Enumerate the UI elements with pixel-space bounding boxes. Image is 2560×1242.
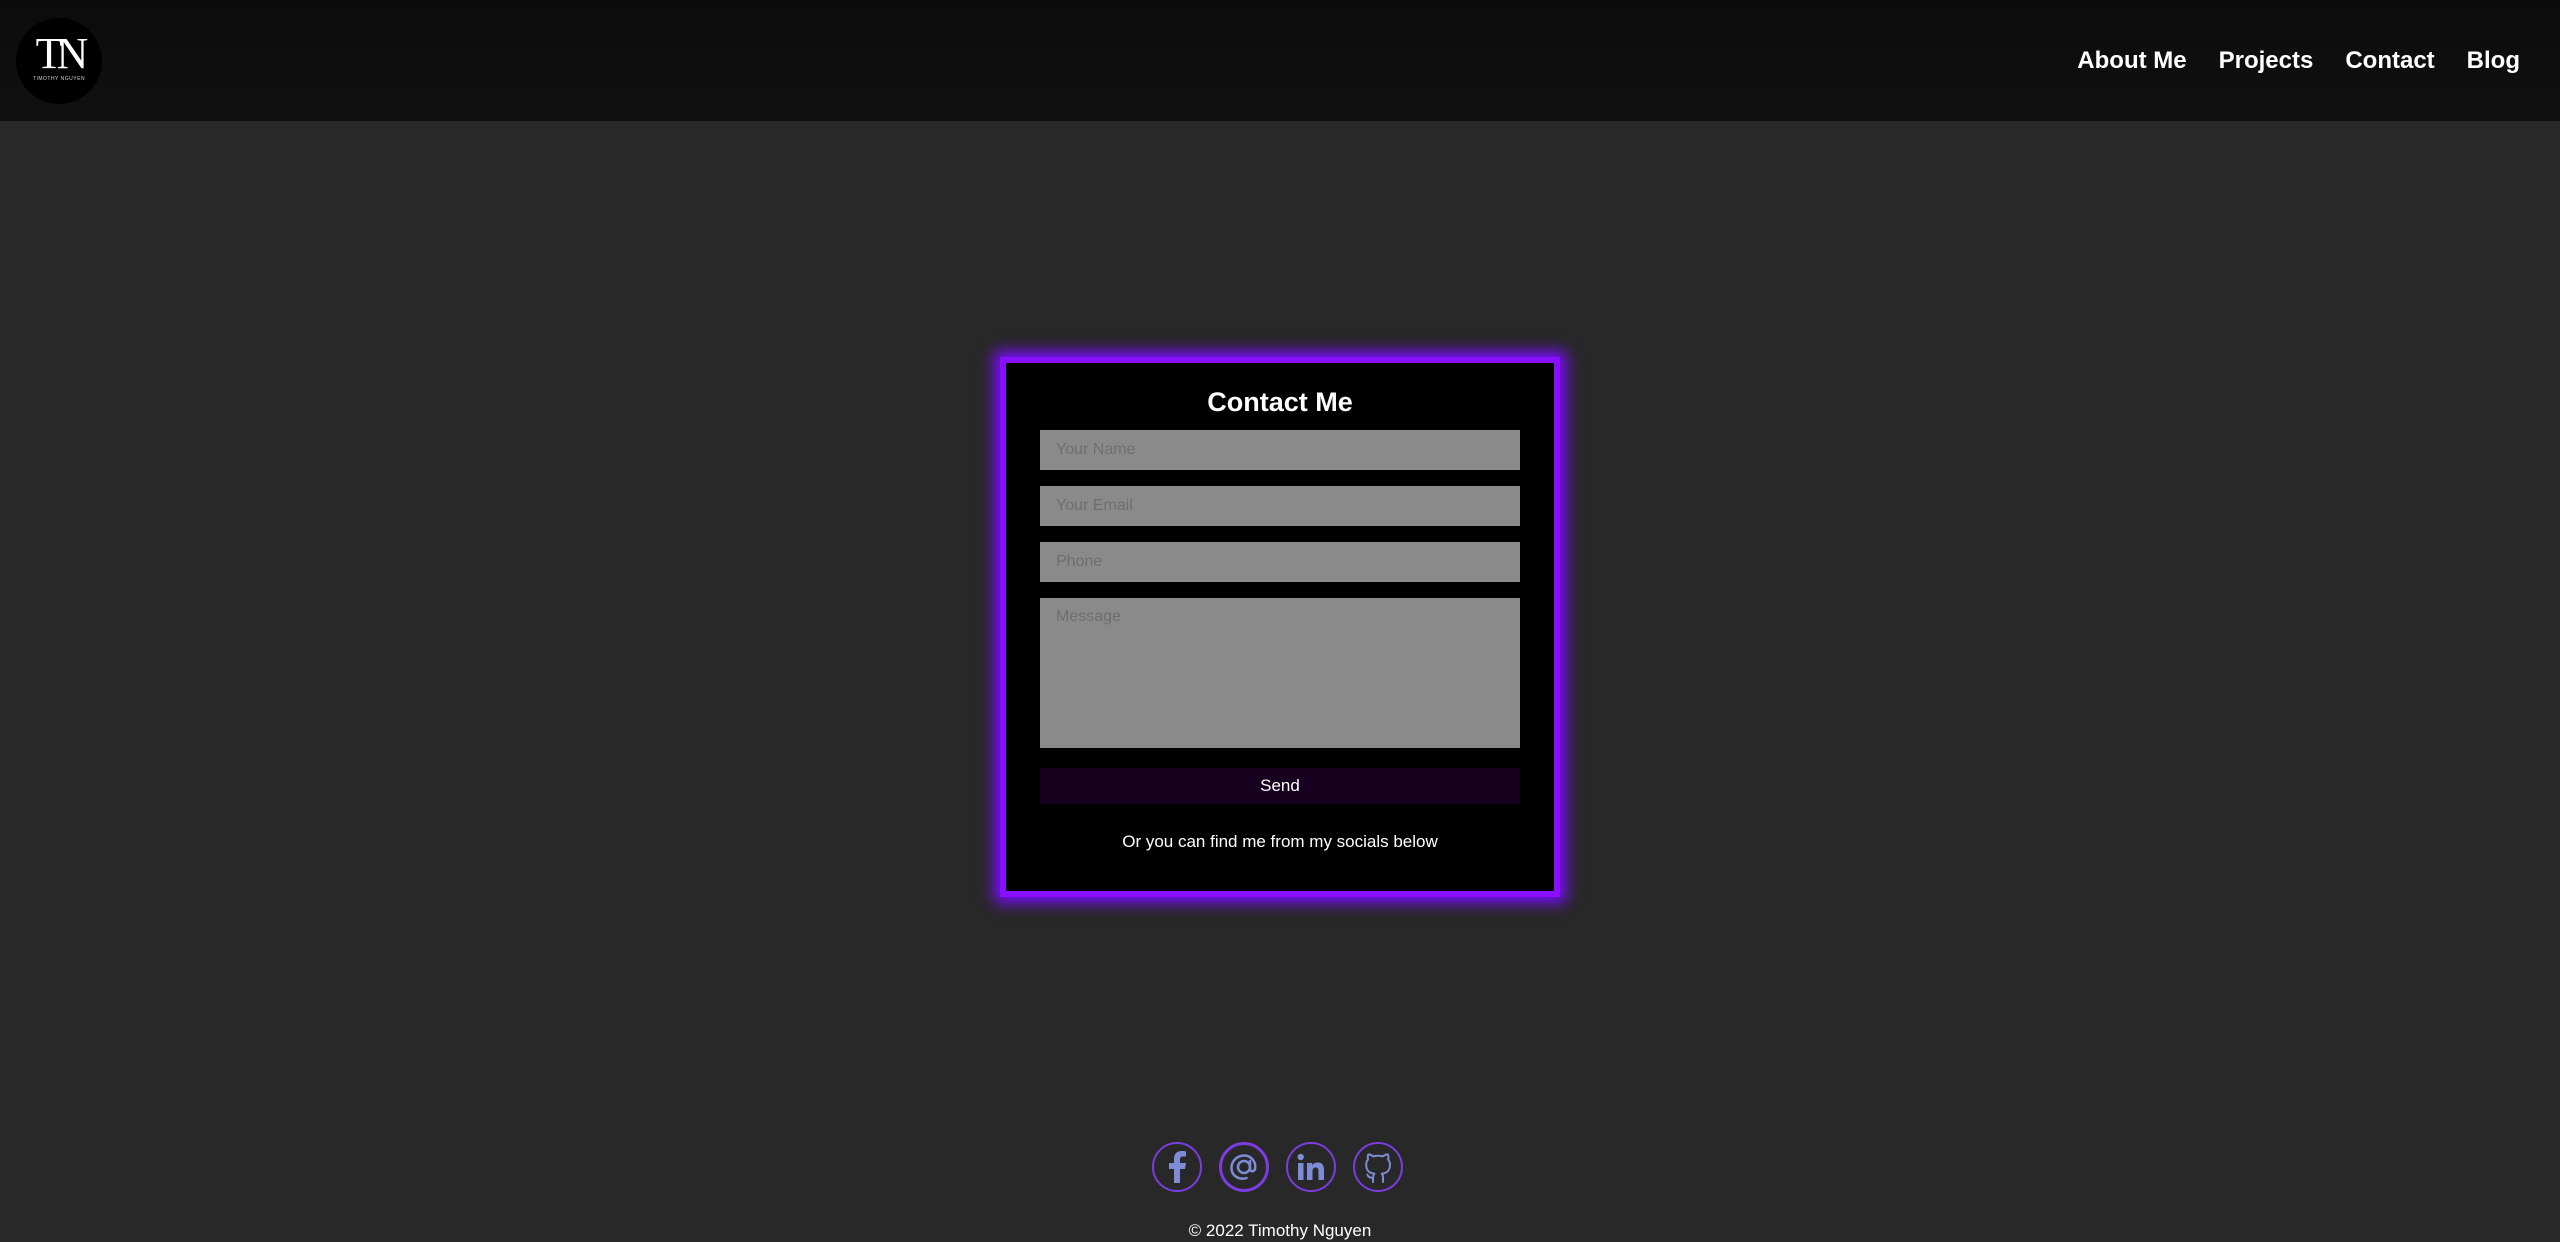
nav-link-blog[interactable]: Blog: [2467, 47, 2520, 75]
contact-form-title: Contact Me: [1207, 387, 1353, 417]
logo-subtitle: TIMOTHY NGUYEN: [32, 75, 86, 82]
name-input[interactable]: [1040, 430, 1520, 470]
nav-link-about-me[interactable]: About Me: [2077, 47, 2186, 75]
linkedin-link[interactable]: [1286, 1142, 1336, 1192]
github-link[interactable]: [1353, 1142, 1403, 1192]
linkedin-icon: [1296, 1152, 1326, 1182]
nav-link-contact[interactable]: Contact: [2345, 47, 2434, 75]
contact-form-card: Contact Me Send Or you can find me from …: [1000, 357, 1560, 897]
social-links: [1152, 1142, 1403, 1192]
main-nav: About Me Projects Contact Blog: [2077, 47, 2520, 75]
site-logo[interactable]: TN TIMOTHY NGUYEN: [16, 17, 102, 104]
logo-monogram: TN: [35, 28, 89, 78]
socials-note: Or you can find me from my socials below: [1122, 832, 1438, 851]
facebook-link[interactable]: [1152, 1142, 1202, 1192]
copyright-text: © 2022 Timothy Nguyen: [1188, 1221, 1372, 1240]
phone-input[interactable]: [1040, 542, 1520, 582]
email-at-icon: [1227, 1150, 1261, 1184]
nav-link-projects[interactable]: Projects: [2219, 47, 2314, 75]
send-button[interactable]: Send: [1040, 768, 1520, 804]
email-link[interactable]: [1219, 1142, 1269, 1192]
top-navigation-bar: TN TIMOTHY NGUYEN About Me Projects Cont…: [0, 0, 2560, 121]
message-textarea[interactable]: [1040, 598, 1520, 748]
facebook-icon: [1165, 1151, 1189, 1183]
github-icon: [1360, 1149, 1396, 1185]
email-input[interactable]: [1040, 486, 1520, 526]
